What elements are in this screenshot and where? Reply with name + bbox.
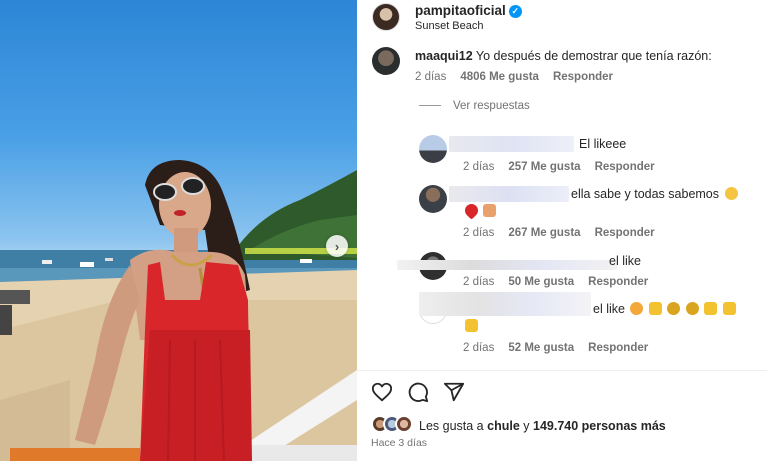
comment-username[interactable]: maaqui12 bbox=[415, 49, 473, 63]
comment-emoji-line bbox=[462, 201, 497, 220]
comment-text: Yo después de demostrar que tenía razón: bbox=[475, 49, 712, 63]
reply-button[interactable]: Responder bbox=[595, 227, 655, 239]
comment-time: 2 días bbox=[463, 227, 495, 239]
liker-avatar[interactable] bbox=[395, 415, 413, 433]
replies-divider-line bbox=[419, 105, 441, 106]
comment-text: ella sabe y todas sabemos bbox=[571, 187, 720, 201]
liker-name[interactable]: chule bbox=[487, 419, 520, 433]
chevron-right-icon: › bbox=[334, 238, 340, 254]
comment-avatar[interactable] bbox=[419, 185, 447, 213]
view-replies-button[interactable]: Ver respuestas bbox=[419, 100, 530, 112]
post-panel: pampitaoficial ✓ Sunset Beach maaqui12 Yo… bbox=[357, 0, 767, 461]
next-photo-button[interactable]: › bbox=[326, 235, 348, 257]
dancer-emoji-icon bbox=[667, 302, 681, 315]
bandage-emoji-icon bbox=[483, 204, 497, 217]
sweat-smile-emoji-icon bbox=[724, 187, 738, 200]
heart-eyes-emoji-icon bbox=[630, 302, 644, 315]
comment-meta: 2 días 52 Me gusta Responder bbox=[463, 342, 662, 354]
post-photo: › bbox=[0, 0, 357, 461]
redacted-username bbox=[419, 292, 591, 316]
comment-meta: 2 días 50 Me gusta Responder bbox=[463, 276, 662, 288]
comment-avatar[interactable] bbox=[419, 135, 447, 163]
comment-icon[interactable] bbox=[407, 381, 429, 403]
comment-time: 2 días bbox=[415, 71, 447, 83]
redacted-username bbox=[449, 186, 569, 202]
comment-likes[interactable]: 257 Me gusta bbox=[508, 161, 580, 173]
likes-summary[interactable]: Les gusta a chule y 149.740 personas más bbox=[419, 419, 666, 433]
share-icon[interactable] bbox=[443, 381, 465, 403]
liker-avatars bbox=[371, 415, 415, 435]
view-replies-label: Ver respuestas bbox=[453, 100, 530, 112]
likes-prefix: Les gusta a bbox=[419, 419, 484, 433]
crown-emoji-icon bbox=[465, 319, 478, 332]
dancer-emoji-icon bbox=[685, 302, 699, 315]
post-actions: Les gusta a chule y 149.740 personas más… bbox=[357, 370, 767, 461]
comment-time: 2 días bbox=[463, 276, 495, 288]
author-avatar[interactable] bbox=[372, 3, 400, 31]
reply-button[interactable]: Responder bbox=[553, 71, 613, 83]
comment-likes[interactable]: 267 Me gusta bbox=[508, 227, 580, 239]
verified-badge-icon: ✓ bbox=[508, 5, 522, 18]
reply-button[interactable]: Responder bbox=[595, 161, 655, 173]
comment-likes[interactable]: 50 Me gusta bbox=[508, 276, 574, 288]
comment-text: el like bbox=[609, 254, 641, 268]
comment-meta: 2 días 257 Me gusta Responder bbox=[463, 161, 669, 173]
comment-text: el like bbox=[593, 302, 625, 316]
post-header: pampitaoficial ✓ Sunset Beach bbox=[357, 0, 767, 37]
post-location[interactable]: Sunset Beach bbox=[415, 20, 484, 32]
reply-button[interactable]: Responder bbox=[588, 276, 648, 288]
comment-avatar[interactable] bbox=[372, 47, 400, 75]
crown-emoji-icon bbox=[722, 302, 736, 315]
comment-text: El likeee bbox=[579, 137, 627, 151]
author-username-text[interactable]: pampitaoficial bbox=[415, 3, 506, 18]
heart-icon[interactable] bbox=[371, 381, 393, 403]
comment-meta: 2 días 267 Me gusta Responder bbox=[463, 227, 669, 239]
comment-meta: 2 días 4806 Me gusta Responder bbox=[415, 71, 627, 83]
comment-time: 2 días bbox=[463, 342, 495, 354]
likes-mid: y bbox=[523, 419, 530, 433]
crown-emoji-icon bbox=[648, 302, 662, 315]
redacted-username bbox=[397, 260, 617, 270]
comment-likes[interactable]: 52 Me gusta bbox=[508, 342, 574, 354]
comment-body: ella sabe y todas sabemos bbox=[571, 187, 738, 201]
comment-body: maaqui12 Yo después de demostrar que ten… bbox=[415, 49, 712, 63]
likes-count[interactable]: 149.740 personas más bbox=[533, 419, 666, 433]
crown-emoji-icon bbox=[704, 302, 718, 315]
comment-body: el like bbox=[593, 302, 736, 316]
comment-time: 2 días bbox=[463, 161, 495, 173]
comment-emoji-line bbox=[463, 319, 478, 333]
heart-emoji-icon bbox=[462, 201, 481, 220]
reply-button[interactable]: Responder bbox=[588, 342, 648, 354]
comment-likes[interactable]: 4806 Me gusta bbox=[460, 71, 539, 83]
beach-photo-illustration bbox=[0, 160, 357, 461]
redacted-username bbox=[449, 136, 574, 152]
author-username[interactable]: pampitaoficial ✓ bbox=[415, 3, 522, 18]
post-timestamp[interactable]: Hace 3 días bbox=[371, 437, 427, 449]
